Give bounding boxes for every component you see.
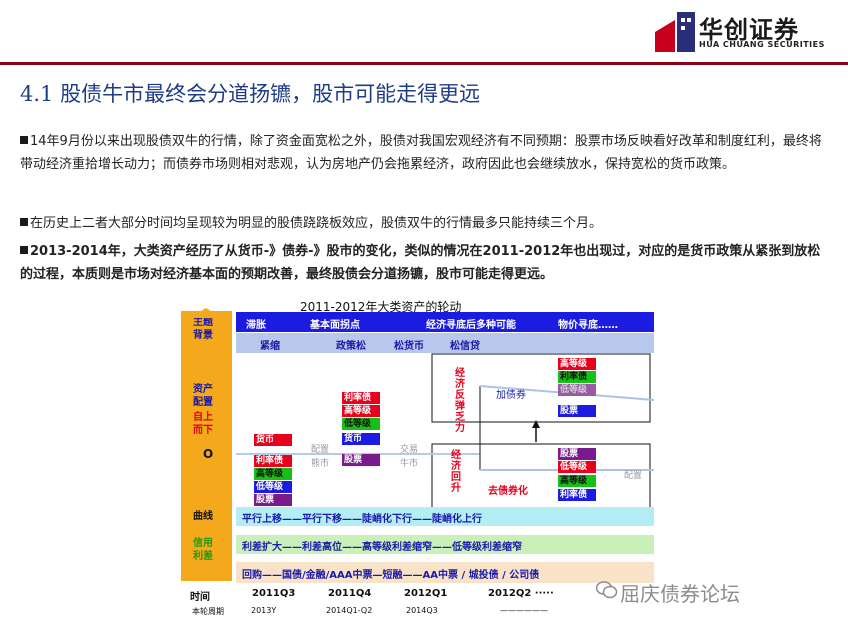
chip-stage2-2: 高等级 [342, 405, 380, 417]
row-curve: 平行上移——平行下移——陡峭化下行——陡峭化上行 [236, 507, 654, 526]
chip-lower-1: 股票 [558, 448, 596, 460]
row-theme: 滞胀 基本面拐点 经济寻底后多种可能 物价寻底…… [236, 312, 654, 332]
row-policy-item-1: 紧缩 [260, 341, 280, 352]
cycle-point-1: 2013Y [251, 606, 277, 615]
row-policy-item-2: 政策松 [336, 341, 366, 352]
row-credit: 利差扩大——利差高位——高等级利差缩窄——低等级利差缩窄 [236, 535, 654, 554]
time-point-2: 2011Q4 [328, 588, 372, 599]
row-theme-item-3: 经济寻底后多种可能 [426, 320, 516, 331]
cycle-point-3: 2014Q3 [406, 606, 438, 615]
axis-word-3: 交易 [400, 445, 419, 455]
upper-box-side: 经济反弹乏力 [455, 368, 465, 434]
chip-stage2-4: 货币 [342, 433, 380, 445]
row-product-text: 回购——国债/金融/AAA中票—短融——AA中票 / 城投债 / 公司债 [242, 570, 540, 581]
row-theme-item-1: 滞胀 [246, 320, 266, 331]
chip-stage1-5: 股票 [254, 494, 292, 506]
row-policy-item-3: 松货币 [394, 341, 424, 352]
row-credit-text: 利差扩大——利差高位——高等级利差缩窄——低等级利差缩窄 [242, 542, 522, 553]
axis-word-2: 熊市 [311, 459, 330, 469]
upper-box-label: 加债券 [496, 390, 526, 401]
chip-stage1-2: 利率债 [254, 455, 292, 467]
chip-stage1-1: 货币 [254, 434, 292, 446]
chip-lower-4: 利率债 [558, 489, 596, 501]
chip-upper-1: 高等级 [558, 358, 596, 370]
chip-stage2-5: 股票 [342, 454, 380, 466]
lower-box-side: 经济回升 [451, 450, 461, 494]
label-cycle: 本轮周期 [192, 607, 224, 616]
time-point-1: 2011Q3 [252, 588, 296, 599]
label-time: 时间 [190, 592, 210, 603]
row-curve-text: 平行上移——平行下移——陡峭化下行——陡峭化上行 [242, 514, 482, 525]
row-policy: 紧缩 政策松 松货币 松信贷 [236, 333, 654, 353]
chip-stage2-3: 低等级 [342, 418, 380, 430]
row-theme-item-2: 基本面拐点 [310, 320, 360, 331]
axis-word-1: 配置 [311, 445, 330, 455]
wechat-icon [596, 581, 618, 599]
time-point-3: 2012Q1 [404, 588, 448, 599]
lower-box-label: 去债券化 [488, 486, 528, 497]
chip-stage1-3: 高等级 [254, 468, 292, 480]
chip-stage2-1: 利率债 [342, 392, 380, 404]
axis-word-4: 牛市 [400, 459, 419, 469]
chip-stage1-4: 低等级 [254, 481, 292, 493]
row-policy-item-4: 松信贷 [450, 341, 480, 352]
chip-lower-3: 高等级 [558, 475, 596, 487]
cycle-point-4: —————— [500, 606, 548, 615]
row-theme-item-4: 物价寻底…… [558, 320, 618, 331]
row-product: 回购——国债/金融/AAA中票—短融——AA中票 / 城投债 / 公司债 [236, 562, 654, 583]
chip-upper-2: 利率债 [558, 371, 596, 383]
cycle-point-2: 2014Q1-Q2 [326, 606, 373, 615]
time-point-4: 2012Q2 ····· [488, 588, 554, 599]
lower-box-right-word: 配置 [624, 471, 643, 481]
chip-upper-4: 股票 [558, 405, 596, 417]
chip-lower-2: 低等级 [558, 461, 596, 473]
watermark-text: 屈庆债券论坛 [620, 582, 740, 606]
chip-upper-3: 低等级 [558, 384, 596, 396]
